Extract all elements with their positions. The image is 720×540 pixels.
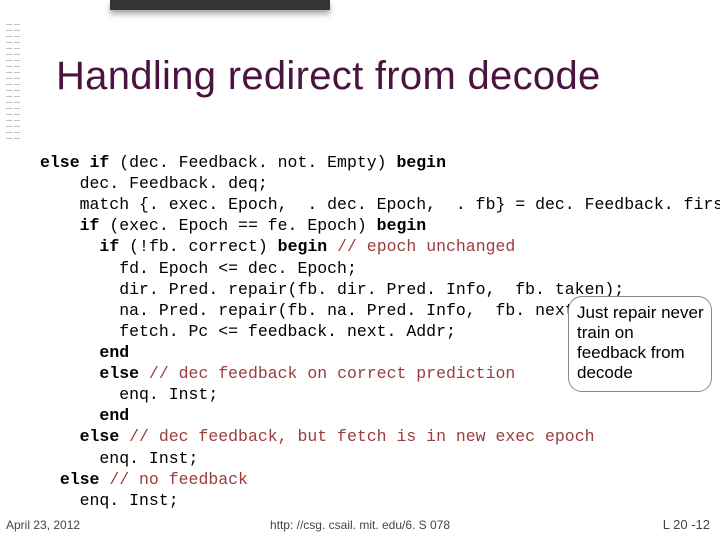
kw-else: else	[80, 427, 120, 446]
code-text: dir. Pred. repair(fb. dir. Pred. Info, f…	[40, 280, 624, 299]
slide-title: Handling redirect from decode	[56, 54, 601, 99]
comment: // epoch unchanged	[327, 237, 515, 256]
code-text	[40, 364, 99, 383]
code-text	[40, 216, 80, 235]
kw-else: else	[99, 364, 139, 383]
ornament-rule	[14, 24, 20, 144]
code-text: enq. Inst;	[40, 491, 179, 510]
kw-if: if	[80, 216, 100, 235]
code-text: dec. Feedback. deq;	[40, 174, 268, 193]
comment: // no feedback	[99, 470, 248, 489]
code-text: fetch. Pc <= feedback. next. Addr;	[40, 322, 456, 341]
code-text: (!fb. correct)	[119, 237, 277, 256]
code-text	[40, 406, 99, 425]
accent-bar	[110, 0, 330, 10]
code-text: enq. Inst;	[40, 449, 198, 468]
kw-if: if	[99, 237, 119, 256]
kw-begin: begin	[396, 153, 446, 172]
code-text: enq. Inst;	[40, 385, 218, 404]
kw-end: end	[99, 343, 129, 362]
code-text	[40, 343, 99, 362]
code-text: (exec. Epoch == fe. Epoch)	[99, 216, 376, 235]
ornament-rule	[6, 24, 12, 144]
comment: // dec feedback, but fetch is in new exe…	[119, 427, 594, 446]
kw-else: else	[60, 470, 100, 489]
code-text	[40, 470, 60, 489]
footer-page: L 20 -12	[663, 517, 710, 532]
code-text: match {. exec. Epoch, . dec. Epoch, . fb…	[40, 195, 720, 214]
code-text	[40, 237, 99, 256]
code-text: (dec. Feedback. not. Empty)	[109, 153, 396, 172]
footer-url: http: //csg. csail. mit. edu/6. S 078	[0, 518, 720, 532]
callout-box: Just repair never train on feedback from…	[568, 296, 712, 392]
code-text: fd. Epoch <= dec. Epoch;	[40, 259, 357, 278]
kw-end: end	[99, 406, 129, 425]
comment: // dec feedback on correct prediction	[139, 364, 515, 383]
code-text	[40, 427, 80, 446]
kw-begin: begin	[278, 237, 328, 256]
code-text: na. Pred. repair(fb. na. Pred. Info, fb.…	[40, 301, 654, 320]
kw-elseif: else if	[40, 153, 109, 172]
kw-begin: begin	[377, 216, 427, 235]
